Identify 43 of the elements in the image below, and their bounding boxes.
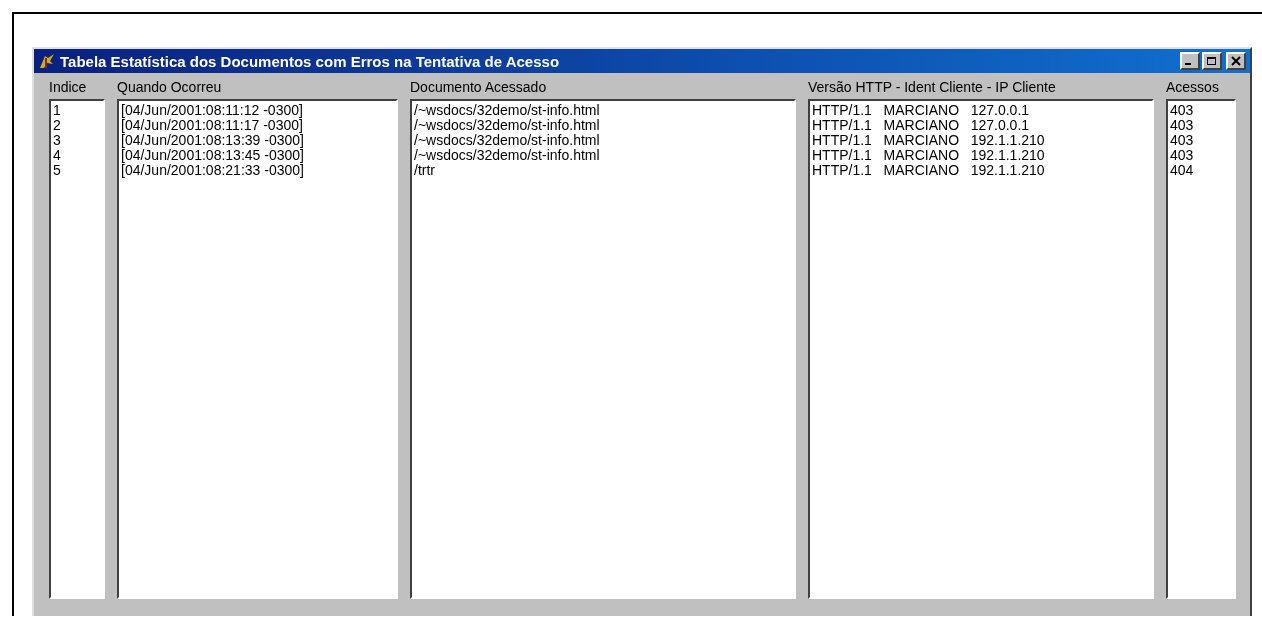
- list-item[interactable]: 1: [53, 103, 101, 118]
- list-item[interactable]: HTTP/1.1 MARCIANO 127.0.0.1: [812, 103, 1150, 118]
- list-item[interactable]: 4: [53, 148, 101, 163]
- list-box[interactable]: [04/Jun/2001:08:11:12 -0300] [04/Jun/2001:08:11:17 -0300] [04/Jun/2001:08:13:39 -0300] [04/Jun/2001:08:13:45 -0300] [04/Jun/2001:08:21:33 -0300]: [117, 99, 398, 599]
- list-item[interactable]: /~wsdocs/32demo/st-info.html: [414, 133, 792, 148]
- list-item[interactable]: 3: [53, 133, 101, 148]
- list-item[interactable]: [04/Jun/2001:08:11:12 -0300]: [121, 103, 394, 118]
- list-item[interactable]: 2: [53, 118, 101, 133]
- app-icon: [38, 52, 56, 70]
- list-box[interactable]: /~wsdocs/32demo/st-info.html /~wsdocs/32demo/st-info.html /~wsdocs/32demo/st-info.html /~wsdocs/32demo/st-info.html /trtr: [410, 99, 796, 599]
- minimize-icon: [1185, 63, 1191, 65]
- list-item[interactable]: 5: [53, 163, 101, 178]
- column-header: Acessos: [1166, 79, 1220, 97]
- list-item[interactable]: HTTP/1.1 MARCIANO 192.1.1.210: [812, 133, 1150, 148]
- list-item[interactable]: HTTP/1.1 MARCIANO 192.1.1.210: [812, 148, 1150, 163]
- list-item[interactable]: /~wsdocs/32demo/st-info.html: [414, 118, 792, 133]
- list-box[interactable]: 1 2 3 4 5: [49, 99, 105, 599]
- list-item[interactable]: /trtr: [414, 163, 792, 178]
- minimize-button[interactable]: [1180, 52, 1200, 70]
- list-item[interactable]: 404: [1170, 163, 1232, 178]
- close-button[interactable]: [1226, 52, 1246, 70]
- window-title: Tabela Estatística dos Documentos com Erros na Tentativa de Acesso: [60, 52, 561, 70]
- maximize-icon: [1206, 56, 1218, 66]
- list-item[interactable]: 403: [1170, 148, 1232, 163]
- list-item[interactable]: 403: [1170, 133, 1232, 148]
- list-box[interactable]: 403 403 403 403 404: [1166, 99, 1236, 599]
- list-box[interactable]: HTTP/1.1 MARCIANO 127.0.0.1 HTTP/1.1 MARCIANO 127.0.0.1 HTTP/1.1 MARCIANO 192.1.1.210 HTTP/1.1 MARCIANO 192.1.1.210 HTTP/1.1 MARCIANO 192.1.1.210: [808, 99, 1154, 599]
- list-item[interactable]: HTTP/1.1 MARCIANO 127.0.0.1: [812, 118, 1150, 133]
- close-icon: [1230, 56, 1242, 66]
- list-item[interactable]: [04/Jun/2001:08:13:45 -0300]: [121, 148, 394, 163]
- list-item[interactable]: /~wsdocs/32demo/st-info.html: [414, 148, 792, 163]
- list-item[interactable]: [04/Jun/2001:08:13:39 -0300]: [121, 133, 394, 148]
- list-item[interactable]: [04/Jun/2001:08:21:33 -0300]: [121, 163, 394, 178]
- column-header: Quando Ocorreu: [117, 79, 223, 97]
- list-item[interactable]: 403: [1170, 118, 1232, 133]
- column-header: Documento Acessado: [410, 79, 548, 97]
- column-header: Versão HTTP - Ident Cliente - IP Cliente: [808, 79, 1057, 97]
- list-item[interactable]: [04/Jun/2001:08:11:17 -0300]: [121, 118, 394, 133]
- list-item[interactable]: 403: [1170, 103, 1232, 118]
- column-header: Indice: [49, 79, 88, 97]
- maximize-button[interactable]: [1202, 52, 1222, 70]
- list-item[interactable]: HTTP/1.1 MARCIANO 192.1.1.210: [812, 163, 1150, 178]
- list-item[interactable]: /~wsdocs/32demo/st-info.html: [414, 103, 792, 118]
